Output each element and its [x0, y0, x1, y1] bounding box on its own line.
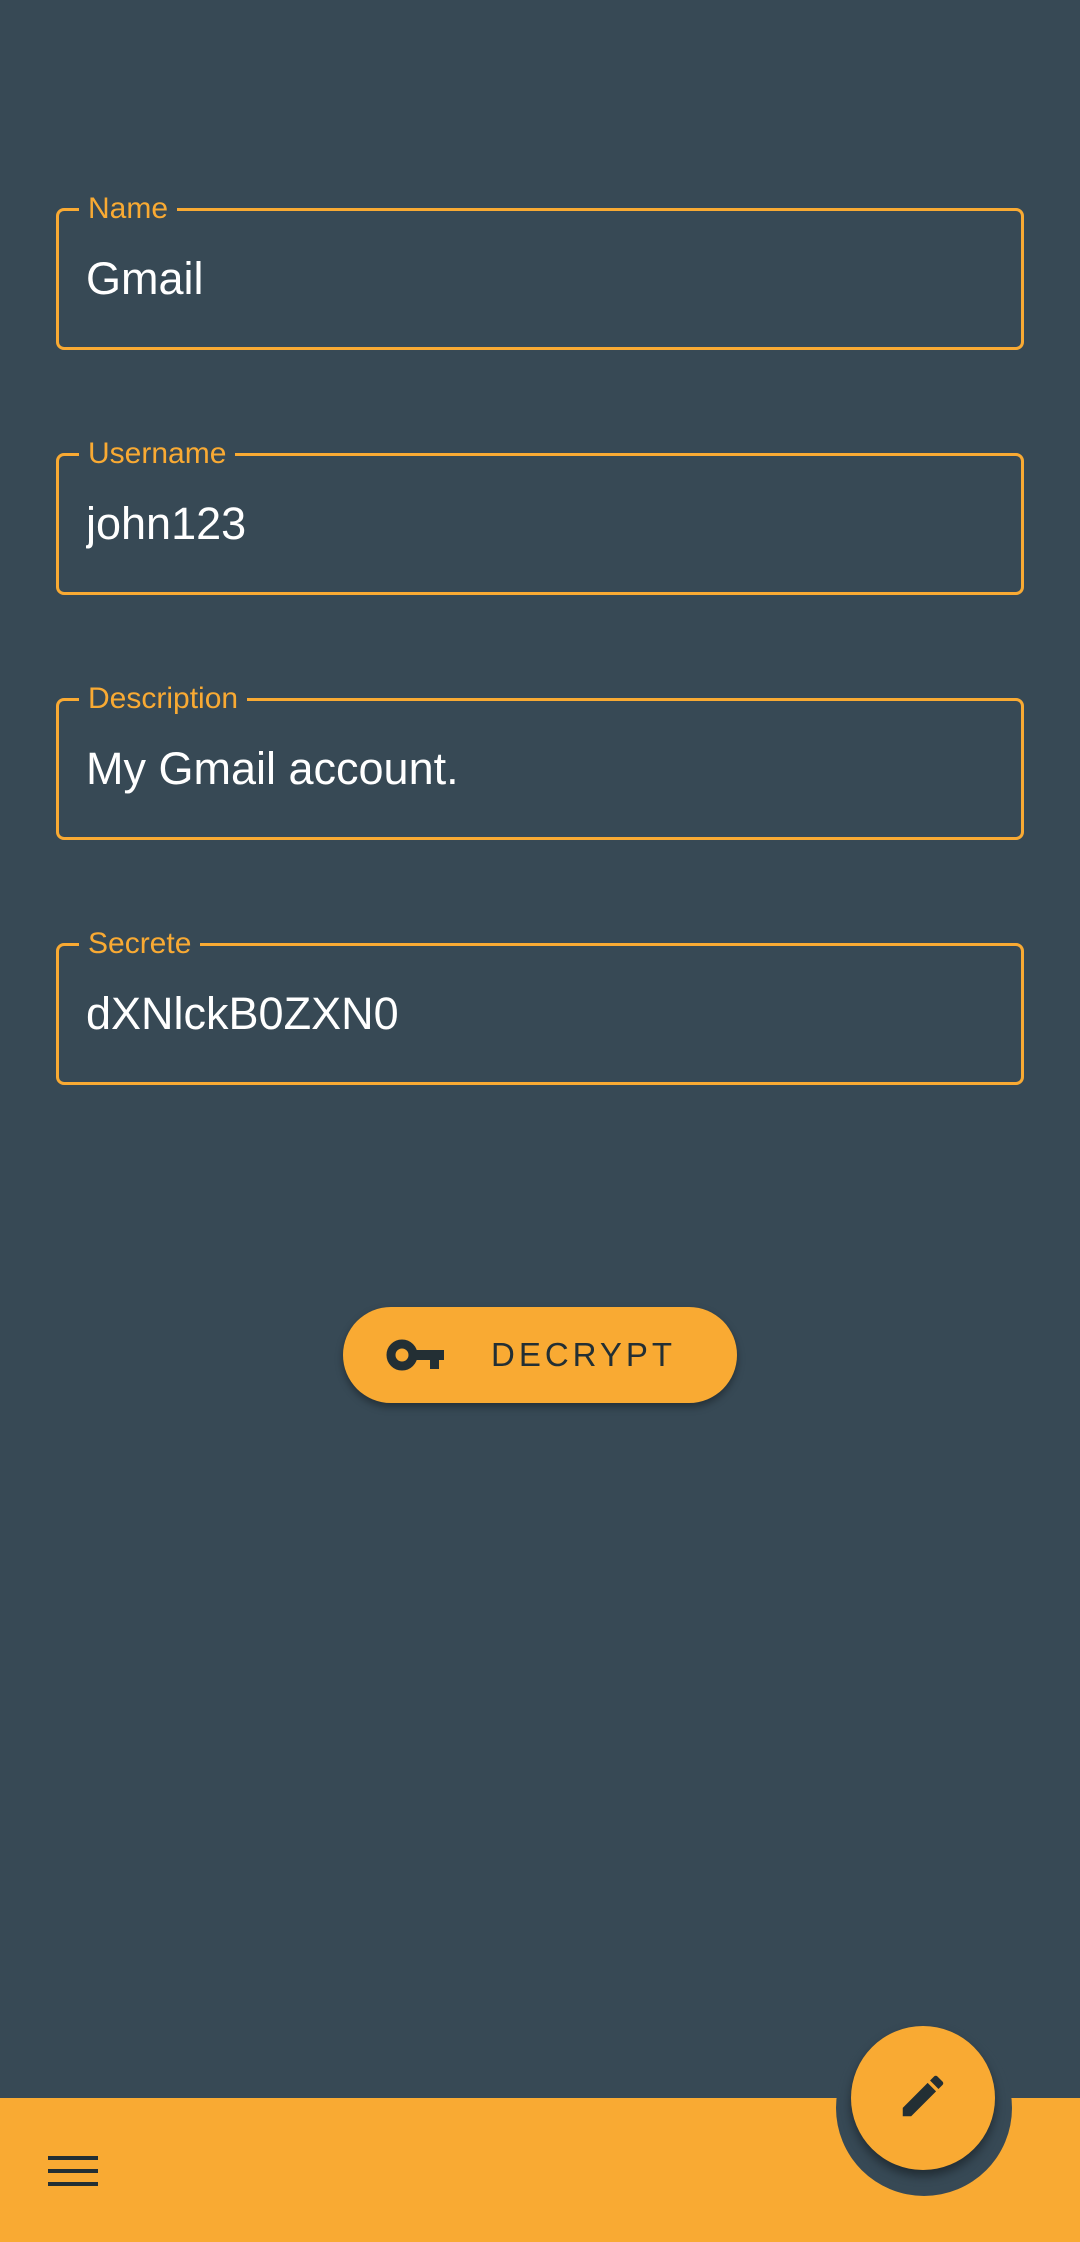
name-value[interactable]: Gmail — [86, 249, 994, 309]
secrete-value[interactable]: dXNlckB0ZXN0 — [86, 984, 994, 1044]
description-field[interactable]: Description My Gmail account. — [56, 679, 1024, 840]
edit-icon — [896, 2069, 950, 2128]
key-icon — [386, 1335, 446, 1375]
username-value[interactable]: john123 — [86, 494, 994, 554]
name-field[interactable]: Name Gmail — [56, 189, 1024, 350]
name-label: Name — [79, 189, 178, 229]
description-label: Description — [79, 679, 248, 719]
menu-icon[interactable] — [48, 2152, 98, 2190]
edit-fab-button[interactable] — [851, 2026, 995, 2170]
decrypt-label: DECRYPT — [491, 1336, 677, 1373]
description-value[interactable]: My Gmail account. — [86, 739, 994, 799]
username-label: Username — [79, 434, 236, 474]
decrypt-button[interactable]: DECRYPT — [343, 1307, 737, 1403]
username-field[interactable]: Username john123 — [56, 434, 1024, 595]
secrete-field[interactable]: Secrete dXNlckB0ZXN0 — [56, 924, 1024, 1085]
secrete-label: Secrete — [79, 924, 201, 964]
